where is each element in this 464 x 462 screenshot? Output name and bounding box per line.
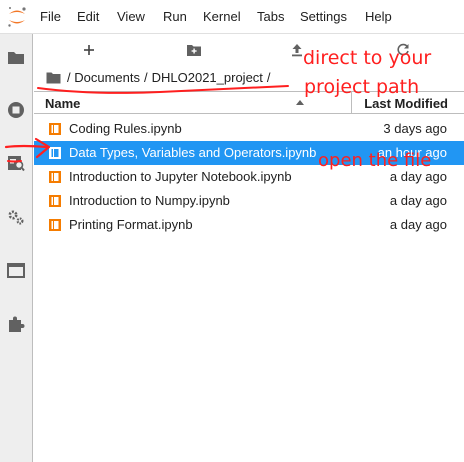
- breadcrumb-documents[interactable]: Documents: [74, 70, 140, 85]
- running-sessions-tab[interactable]: [0, 92, 33, 128]
- new-launcher-button[interactable]: [78, 39, 100, 61]
- annotation-project-path: project path: [304, 76, 420, 98]
- open-tabs-tab[interactable]: [0, 253, 33, 289]
- tabs-icon: [7, 263, 25, 278]
- breadcrumb-root-separator: /: [67, 70, 71, 85]
- menu-run[interactable]: Run: [163, 9, 187, 25]
- notebook-icon: [49, 147, 61, 159]
- menu-view[interactable]: View: [117, 9, 145, 25]
- file-modified: a day ago: [389, 193, 447, 208]
- annotation-direct-to-your: direct to your: [303, 47, 432, 69]
- settings-gears-icon: [8, 210, 24, 225]
- running-sessions-icon: [8, 102, 24, 118]
- notebook-icon: [49, 219, 61, 231]
- menu-bar: File Edit View Run Kernel Tabs Settings …: [0, 0, 464, 34]
- annotation-open-the-file: open the file: [318, 150, 432, 171]
- file-name: Printing Format.ipynb: [69, 217, 193, 232]
- menu-settings[interactable]: Settings: [300, 9, 347, 25]
- sort-ascending-icon: [296, 100, 304, 105]
- notebook-icon: [49, 171, 61, 183]
- file-modified: a day ago: [389, 217, 447, 232]
- breadcrumb: / Documents / DHLO2021_project /: [46, 69, 275, 87]
- file-row[interactable]: Introduction to Numpy.ipynb a day ago: [34, 189, 464, 213]
- new-launcher-plus-icon: [84, 45, 94, 55]
- left-activity-bar: [0, 34, 33, 462]
- file-name: Coding Rules.ipynb: [69, 121, 182, 136]
- file-browser-tab[interactable]: [0, 40, 33, 76]
- new-folder-icon: [187, 45, 201, 56]
- breadcrumb-separator: /: [144, 70, 148, 85]
- property-inspector-tab[interactable]: [0, 145, 33, 181]
- menu-tabs[interactable]: Tabs: [257, 9, 284, 25]
- extensions-tab[interactable]: [0, 306, 33, 342]
- folder-icon: [8, 52, 24, 64]
- notebook-icon: [49, 123, 61, 135]
- settings-tab[interactable]: [0, 199, 33, 235]
- notebook-icon: [49, 195, 61, 207]
- file-modified: 3 days ago: [383, 121, 447, 136]
- file-name: Introduction to Numpy.ipynb: [69, 193, 230, 208]
- jupyter-logo[interactable]: [6, 5, 28, 29]
- breadcrumb-separator: /: [266, 70, 271, 85]
- column-header-name[interactable]: Name: [45, 96, 80, 111]
- home-folder-icon[interactable]: [46, 71, 61, 84]
- file-row[interactable]: Printing Format.ipynb a day ago: [34, 213, 464, 237]
- breadcrumb-project-folder[interactable]: DHLO2021_project: [152, 70, 263, 85]
- menu-kernel[interactable]: Kernel: [203, 9, 241, 25]
- file-row[interactable]: Coding Rules.ipynb 3 days ago: [34, 117, 464, 141]
- menu-file[interactable]: File: [40, 9, 61, 25]
- menu-edit[interactable]: Edit: [77, 9, 99, 25]
- file-name: Data Types, Variables and Operators.ipyn…: [69, 145, 317, 160]
- new-folder-button[interactable]: [183, 39, 205, 61]
- menu-help[interactable]: Help: [365, 9, 392, 25]
- file-name: Introduction to Jupyter Notebook.ipynb: [69, 169, 292, 184]
- property-inspector-icon: [8, 156, 25, 172]
- extensions-puzzle-icon: [9, 316, 25, 332]
